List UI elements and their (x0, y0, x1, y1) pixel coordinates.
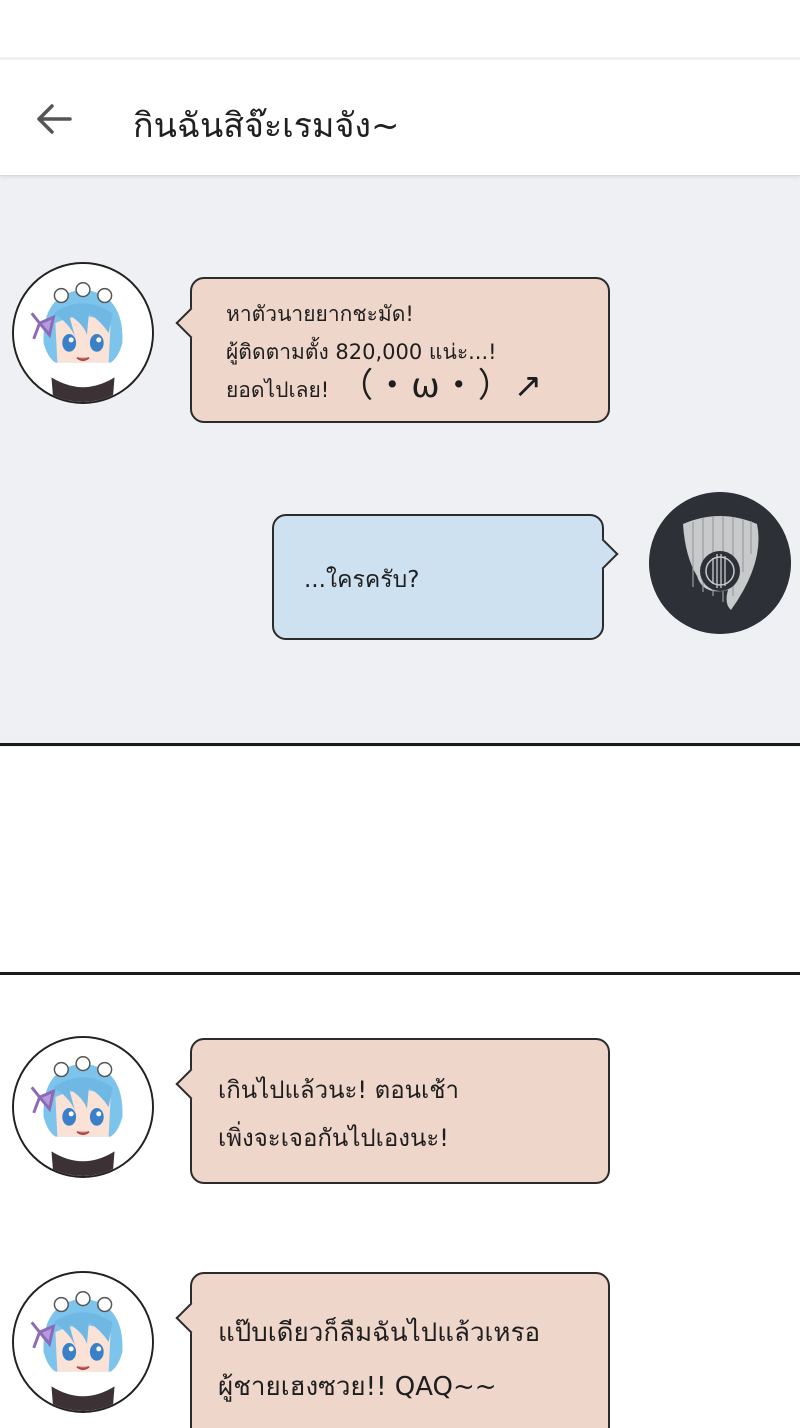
panel-top-border (0, 972, 800, 975)
message-text: เกินไปแล้วนะ! ตอนเช้า (218, 1076, 460, 1104)
kaomoji-text: （・ω・）↗ (339, 366, 545, 406)
message-text: หาตัวนายยากชะมัด! (226, 302, 414, 326)
message-text: ยอดไปเลย! (226, 378, 330, 402)
message-bubble-received[interactable]: แป๊บเดียวก็ลืมฉันไปแล้วเหรอ ผู้ชายเฮงซวย… (175, 1272, 610, 1428)
message-text: ...ใครครับ? (304, 567, 420, 593)
message-text: เพิ่งจะเจอกันไปเองนะ! (218, 1124, 449, 1152)
message-bubble-sent[interactable]: ...ใครครับ? (272, 514, 619, 640)
rem-chibi-avatar-icon (14, 1038, 152, 1176)
back-button[interactable] (30, 95, 78, 143)
avatar-rem[interactable] (12, 262, 154, 404)
rem-chibi-avatar-icon (14, 1273, 152, 1411)
panel-bottom-border (0, 743, 800, 746)
arrow-left-icon (37, 104, 72, 134)
bubble-tail (175, 1302, 207, 1334)
avatar-rem[interactable] (12, 1036, 154, 1178)
message-bubble-received[interactable]: หาตัวนายยากชะมัด! ผู้ติดตามตั้ง 820,000 … (175, 277, 610, 423)
bubble-tail (175, 1068, 207, 1100)
avatar-rem[interactable] (12, 1271, 154, 1413)
avatar-me[interactable] (649, 492, 791, 634)
guitar-pick-avatar-icon (649, 492, 791, 634)
chat-title: กินฉันสิจ๊ะเรมจัง~ (133, 106, 400, 146)
chat-header: กินฉันสิจ๊ะเรมจัง~ (0, 60, 800, 176)
message-text: ผู้ชายเฮงซวย!! QAQ~~ (218, 1372, 497, 1402)
rem-chibi-avatar-icon (14, 264, 152, 402)
message-text: แป๊บเดียวก็ลืมฉันไปแล้วเหรอ (218, 1318, 541, 1348)
message-bubble-received[interactable]: เกินไปแล้วนะ! ตอนเช้า เพิ่งจะเจอกันไปเอง… (175, 1038, 610, 1184)
